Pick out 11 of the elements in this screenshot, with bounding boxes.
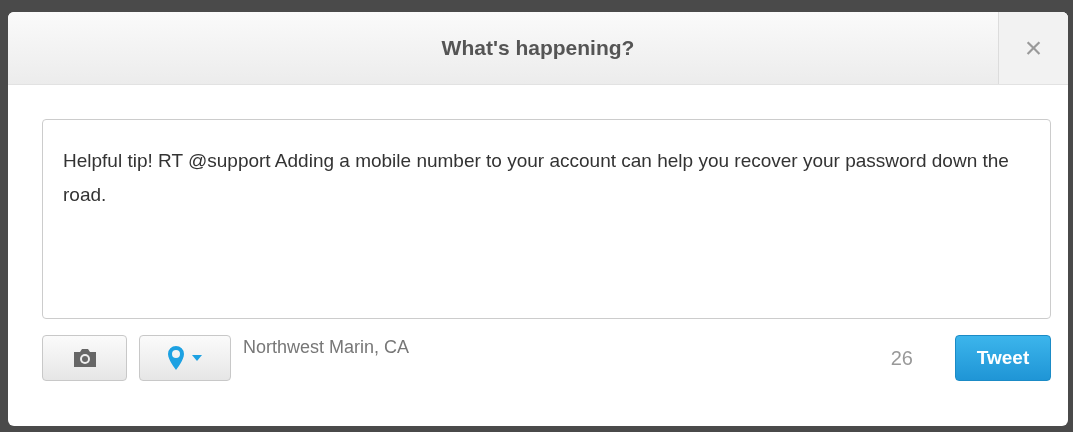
dialog-title: What's happening? xyxy=(440,35,636,61)
close-button[interactable]: × xyxy=(998,12,1068,84)
photo-button[interactable] xyxy=(42,335,127,381)
camera-icon xyxy=(71,348,98,368)
location-label: Northwest Marin, CA xyxy=(243,337,410,358)
character-counter: 26 xyxy=(890,346,913,370)
caret-icon xyxy=(192,355,202,361)
map-pin-icon xyxy=(168,346,184,370)
tweet-input-field[interactable]: Helpful tip! RT @support Adding a mobile number to your account can help you recover your password down the road. xyxy=(42,119,1051,319)
location-button[interactable] xyxy=(139,335,231,381)
tweet-button[interactable]: Tweet xyxy=(955,335,1051,381)
